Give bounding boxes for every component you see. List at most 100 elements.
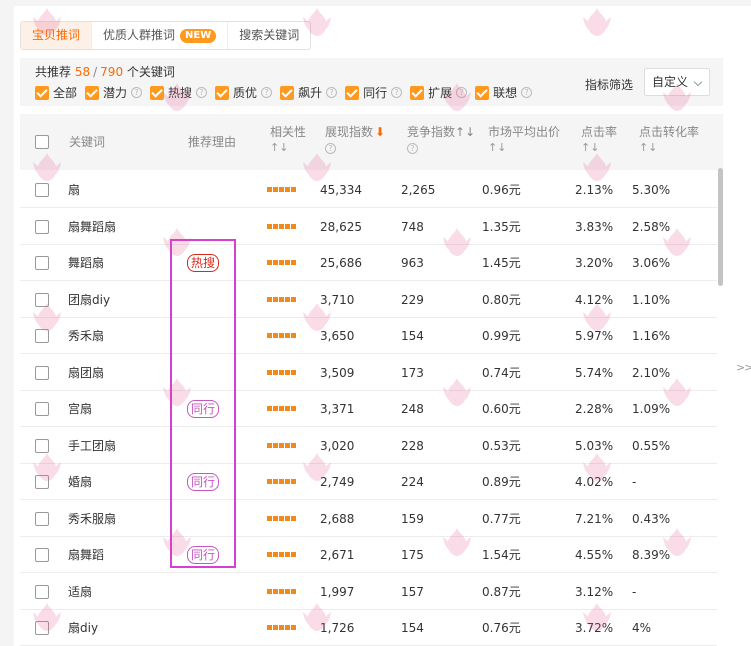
relevance-bar: [279, 515, 284, 521]
col-avg-bid[interactable]: 市场平均出价 ↑↓: [488, 124, 560, 156]
cvr-cell: 1.09%: [632, 402, 671, 416]
ctr-cell: 3.83%: [575, 219, 614, 234]
new-badge: NEW: [180, 28, 217, 43]
table-row: 团扇diy 3,710 229 0.80元 4.12% 1.10%: [20, 282, 717, 318]
row-checkbox[interactable]: [35, 219, 49, 234]
impressions-cell: 1,997: [320, 584, 355, 599]
expand-icon[interactable]: >>: [736, 361, 751, 374]
relevance-bar: [267, 442, 272, 448]
filter-checkbox-item[interactable]: 同行?: [345, 84, 403, 101]
filter-checkbox-item[interactable]: 热搜?: [150, 84, 208, 101]
bid-cell: 1.45元: [482, 256, 521, 270]
relevance-bar: [285, 333, 290, 338]
row-checkbox[interactable]: [35, 183, 49, 197]
help-icon: ?: [325, 143, 336, 154]
col-keyword: 关键词: [69, 135, 106, 149]
col-relevance-label: 相关性: [270, 125, 307, 139]
checkbox-checked-icon[interactable]: [345, 85, 360, 100]
row-checkbox[interactable]: [35, 621, 49, 635]
relevance-bar: [279, 223, 284, 229]
filter-checkbox-item[interactable]: 扩展?: [410, 84, 468, 101]
relevance-bar: [285, 588, 290, 594]
relevance-bar: [267, 625, 272, 630]
row-checkbox[interactable]: [35, 365, 49, 380]
row-checkbox[interactable]: [35, 475, 49, 489]
filter-label: 扩展: [428, 86, 453, 100]
relevance-bar: [285, 406, 290, 411]
select-all-checkbox[interactable]: [35, 135, 49, 149]
tab-search-keyword[interactable]: 搜索关键词: [228, 22, 310, 49]
relevance-rating: [267, 515, 297, 521]
bid-cell: 1.54元: [482, 548, 521, 562]
col-competition[interactable]: 竞争指数↑↓?: [407, 124, 475, 156]
filter-label: 热搜: [168, 86, 193, 100]
row-checkbox[interactable]: [35, 256, 49, 270]
metric-filter-select[interactable]: 自定义: [644, 68, 710, 96]
filter-checkbox-item[interactable]: 潜力?: [85, 84, 143, 101]
relevance-bar: [285, 625, 290, 630]
relevance-rating: [267, 479, 297, 484]
bid-cell: 0.87元: [482, 584, 521, 599]
impressions-cell: 3,371: [320, 402, 355, 416]
row-checkbox[interactable]: [35, 329, 49, 343]
tab-label: 宝贝推词: [32, 28, 81, 42]
checkbox-checked-icon[interactable]: [85, 85, 100, 100]
checkbox-checked-icon[interactable]: [150, 85, 165, 100]
ctr-cell: 4.55%: [575, 548, 614, 562]
relevance-bar: [267, 479, 272, 484]
impressions-cell: 1,726: [320, 621, 355, 635]
ctr-cell: 2.13%: [575, 183, 614, 197]
relevance-bar: [285, 369, 290, 375]
tab-item-recommend[interactable]: 宝贝推词: [21, 22, 93, 49]
bid-cell: 0.76元: [482, 621, 521, 635]
competition-cell: 748: [401, 219, 424, 234]
tab-quality-crowd[interactable]: 优质人群推词 NEW: [92, 22, 229, 49]
filter-checkbox-item[interactable]: 质优?: [215, 84, 273, 101]
filter-checkbox-item[interactable]: 联想?: [475, 84, 533, 101]
col-relevance[interactable]: 相关性 ↑↓: [270, 124, 306, 156]
relevance-bar: [273, 187, 278, 192]
keyword-panel: 宝贝推词 优质人群推词 NEW 搜索关键词 共推荐 58/790 个关键词 全部潜…: [14, 6, 751, 646]
relevance-bar: [285, 223, 290, 229]
relevance-bar: [273, 296, 278, 302]
competition-cell: 157: [401, 584, 424, 599]
checkbox-checked-icon[interactable]: [475, 85, 490, 100]
relevance-bar: [291, 296, 296, 302]
relevance-bar: [279, 406, 284, 411]
relevance-bar: [267, 369, 272, 375]
keyword-cell: 扇: [68, 183, 81, 197]
filter-checkbox-item[interactable]: 飙升?: [280, 84, 338, 101]
row-checkbox[interactable]: [35, 548, 49, 562]
row-checkbox[interactable]: [35, 292, 49, 307]
col-reason: 推荐理由: [188, 135, 237, 149]
checkbox-checked-icon[interactable]: [280, 85, 295, 100]
row-checkbox[interactable]: [35, 402, 49, 416]
table-row: 扇diy 1,726 154 0.76元 3.72% 4%: [20, 610, 717, 646]
row-checkbox[interactable]: [35, 511, 49, 526]
relevance-bar: [291, 552, 296, 557]
col-cvr[interactable]: 点击转化率 ↑↓: [639, 124, 699, 156]
checkbox-checked-icon[interactable]: [215, 85, 230, 100]
checkbox-checked-icon[interactable]: [410, 85, 425, 100]
checkbox-checked-icon[interactable]: [35, 85, 49, 100]
bid-cell: 0.80元: [482, 292, 521, 307]
impressions-cell: 3,020: [320, 438, 355, 453]
reason-tag: 热搜: [187, 254, 220, 272]
keyword-cell: 婚扇: [68, 475, 93, 489]
filter-label: 同行: [363, 86, 388, 100]
col-impressions[interactable]: 展现指数 ⬇?: [325, 124, 385, 156]
bid-cell: 1.35元: [482, 219, 521, 234]
relevance-bar: [279, 333, 284, 338]
competition-cell: 224: [401, 475, 424, 489]
relevance-bar: [267, 552, 272, 557]
row-checkbox[interactable]: [35, 438, 49, 453]
relevance-bar: [273, 479, 278, 484]
col-ctr[interactable]: 点击率 ↑↓: [581, 124, 617, 156]
relevance-rating: [267, 406, 297, 411]
table-scrollbar[interactable]: [718, 168, 723, 286]
competition-cell: 154: [401, 621, 424, 635]
col-avg-bid-label: 市场平均出价: [488, 125, 561, 139]
help-icon: ?: [196, 87, 208, 98]
filter-checkbox-item[interactable]: 全部: [35, 84, 77, 101]
row-checkbox[interactable]: [35, 584, 49, 599]
